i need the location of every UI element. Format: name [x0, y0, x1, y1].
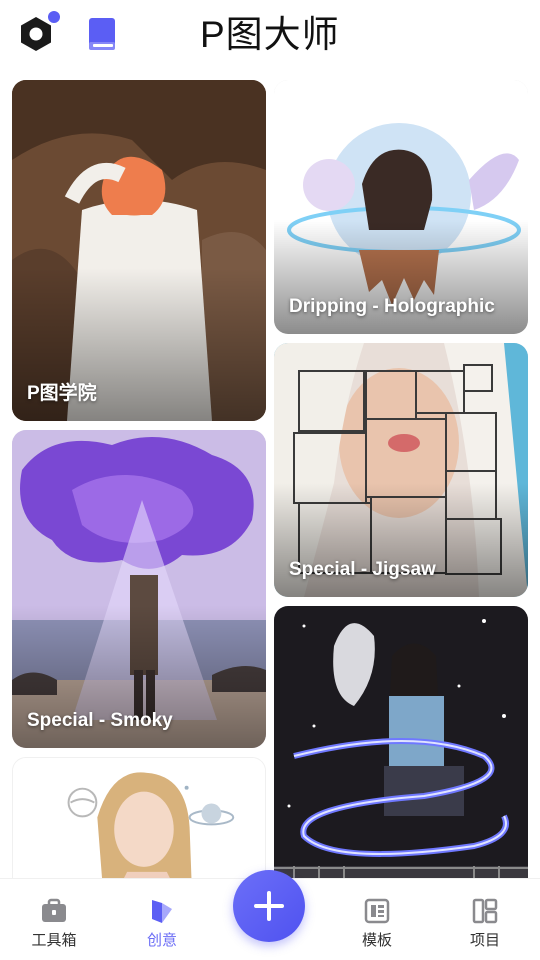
plus-icon-vertical [267, 891, 271, 921]
feed-card-dripping-holographic[interactable]: Dripping - Holographic [274, 80, 528, 334]
nav-toolbox[interactable]: 工具箱 [14, 879, 94, 960]
feed-card-special-smoky[interactable]: Special - Smoky [12, 430, 266, 748]
nav-label: 创意 [146, 932, 177, 949]
top-bar: P图大师 [0, 0, 540, 72]
feed-card-academy[interactable]: P图学院 [12, 80, 266, 421]
nav-templates[interactable]: 模板 [337, 879, 417, 960]
card-label: P图学院 [27, 383, 97, 404]
toolbox-icon [42, 898, 66, 922]
feed-card-sketch[interactable] [12, 757, 266, 878]
card-label: Special - Jigsaw [289, 559, 436, 580]
projects-icon [472, 898, 498, 924]
book-icon[interactable] [86, 14, 120, 54]
nav-creative[interactable]: 创意 [122, 879, 202, 960]
notification-dot [48, 11, 60, 23]
app-title: P图大师 [200, 14, 340, 55]
create-fab-button[interactable] [233, 870, 305, 942]
creative-feed[interactable]: P图学院 Dripping - Holographic Special - Sm… [0, 80, 540, 878]
card-label: Dripping - Holographic [289, 296, 495, 317]
feed-card-glow-fairy[interactable] [274, 606, 528, 878]
nav-label: 项目 [469, 932, 500, 949]
card-image [13, 758, 265, 878]
template-icon [364, 898, 390, 924]
creative-icon [152, 900, 172, 923]
card-label: Special - Smoky [27, 710, 173, 731]
nav-label: 工具箱 [31, 932, 77, 949]
card-image [274, 606, 528, 878]
nav-projects[interactable]: 项目 [445, 879, 525, 960]
feed-card-special-jigsaw[interactable]: Special - Jigsaw [274, 343, 528, 597]
nav-label: 模板 [361, 932, 392, 949]
